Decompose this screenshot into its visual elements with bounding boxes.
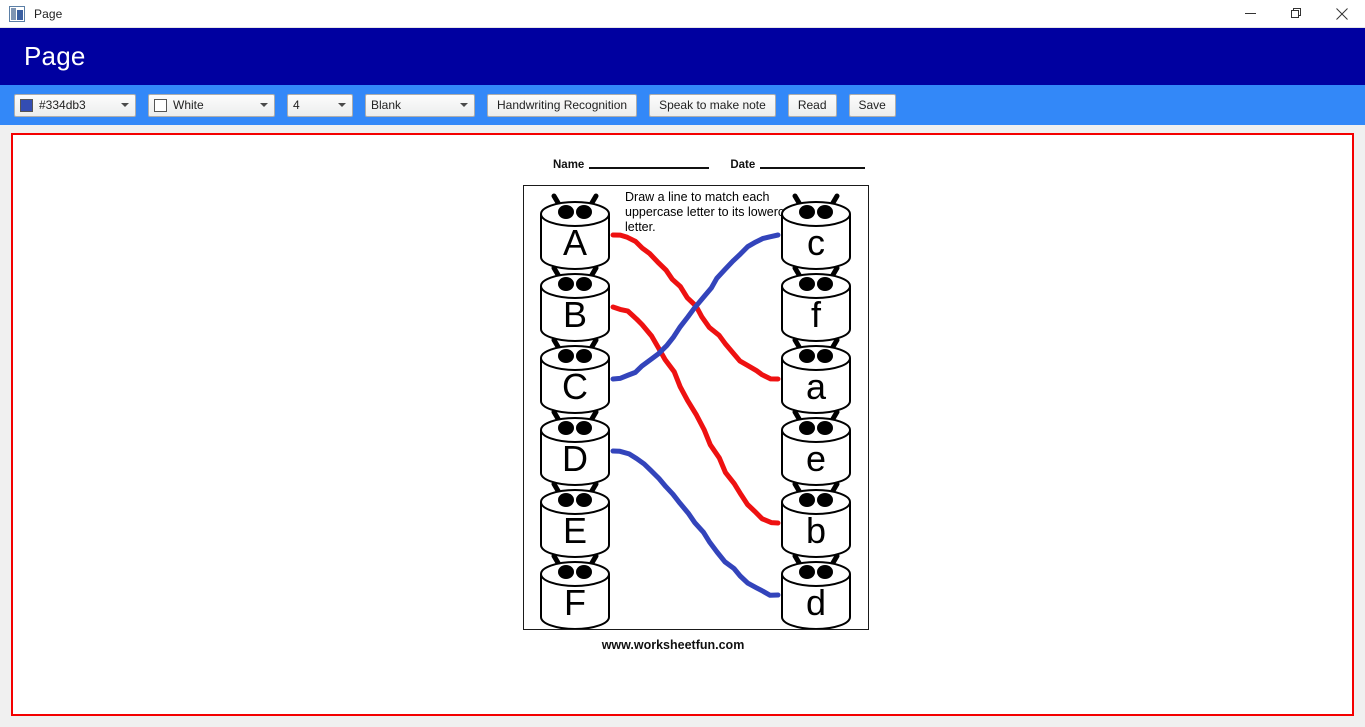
- worksheet-frame: Draw a line to match each uppercase lett…: [523, 185, 869, 630]
- window-controls: [1227, 0, 1365, 28]
- handwriting-recognition-button[interactable]: Handwriting Recognition: [487, 93, 638, 117]
- background-color-swatch: [154, 98, 167, 112]
- drawing-canvas[interactable]: Name Date Draw a line to match each uppe…: [11, 133, 1354, 716]
- save-button[interactable]: Save: [848, 93, 896, 117]
- match-line-B-b: [610, 304, 781, 526]
- app-icon: [9, 5, 25, 22]
- page-style-select[interactable]: Blank: [365, 93, 475, 117]
- close-icon[interactable]: [1319, 0, 1365, 28]
- name-blank-line: [589, 167, 710, 169]
- name-date-row: Name Date: [553, 149, 873, 171]
- window-titlebar: Page: [0, 0, 1365, 28]
- drawn-lines-layer: [610, 232, 781, 598]
- page-title: Page: [24, 41, 86, 71]
- read-button[interactable]: Read: [787, 93, 837, 117]
- pen-color-label: #334db3: [39, 98, 86, 112]
- speak-to-make-note-button[interactable]: Speak to make note: [649, 93, 776, 117]
- pen-color-select[interactable]: #334db3: [14, 93, 136, 117]
- name-label: Name: [553, 159, 585, 171]
- match-line-C-c: [610, 232, 781, 382]
- worksheet-image: Name Date Draw a line to match each uppe…: [500, 149, 870, 699]
- page-style-label: Blank: [371, 98, 402, 112]
- pen-color-swatch: [20, 98, 33, 112]
- pen-size-select[interactable]: 4: [287, 93, 353, 117]
- chevron-down-icon[interactable]: [456, 95, 472, 116]
- chevron-down-icon[interactable]: [117, 95, 133, 116]
- worksheet-footer: www.worksheetfun.com: [601, 638, 745, 652]
- app-header: Page: [0, 28, 1365, 85]
- minimize-icon[interactable]: [1227, 0, 1273, 28]
- window-title: Page: [34, 6, 63, 21]
- chevron-down-icon[interactable]: [256, 95, 272, 116]
- date-label: Date: [730, 159, 756, 171]
- background-color-label: White: [173, 98, 204, 112]
- pen-size-label: 4: [293, 98, 300, 112]
- date-blank-line: [760, 167, 866, 169]
- toolbar: #334db3 White 4 Blank Handwriting Recogn…: [0, 85, 1365, 125]
- match-line-D-d: [610, 448, 781, 598]
- chevron-down-icon[interactable]: [334, 95, 350, 116]
- background-color-select[interactable]: White: [148, 93, 275, 117]
- restore-icon[interactable]: [1273, 0, 1319, 28]
